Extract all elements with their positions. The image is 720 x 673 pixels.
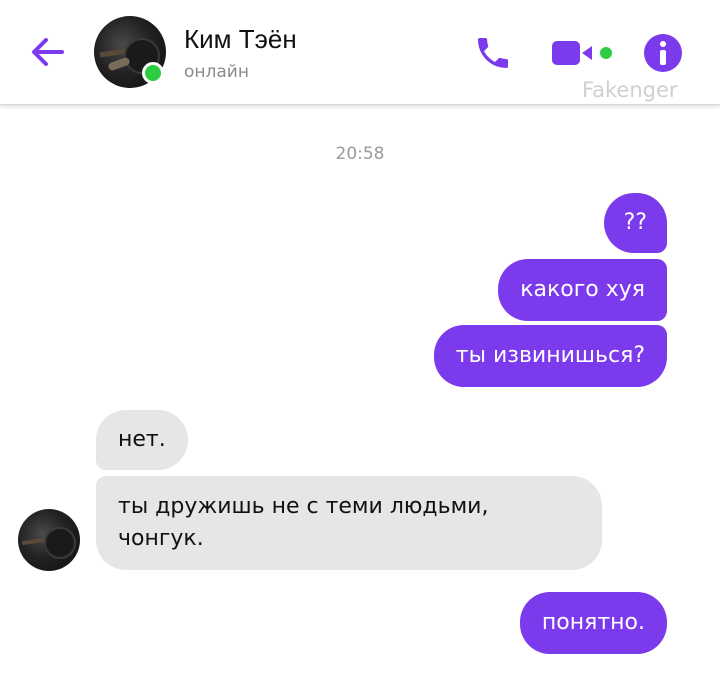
- video-call-button[interactable]: [548, 34, 616, 72]
- outgoing-message[interactable]: ты извинишься?: [433, 325, 667, 387]
- info-button[interactable]: [642, 32, 684, 74]
- online-status-dot: [142, 62, 164, 84]
- phone-icon: [478, 38, 508, 68]
- incoming-message[interactable]: нет.: [96, 410, 188, 470]
- video-camera-icon: [552, 41, 612, 65]
- outgoing-message[interactable]: понятно.: [519, 592, 667, 654]
- arrow-left-icon: [32, 38, 64, 66]
- contact-status: онлайн: [184, 62, 249, 82]
- outgoing-message[interactable]: какого хуя: [498, 259, 667, 321]
- contact-name[interactable]: Ким Тэён: [184, 24, 297, 55]
- message-timestamp: 20:58: [335, 144, 385, 164]
- chat-header: Ким Тэён онлайн Fakenger: [0, 0, 720, 105]
- back-button[interactable]: [26, 30, 70, 74]
- incoming-message[interactable]: ты дружишь не с теми людьми, чонгук.: [96, 476, 602, 570]
- sender-avatar[interactable]: [18, 509, 80, 571]
- call-button[interactable]: [470, 30, 516, 76]
- outgoing-message[interactable]: ??: [603, 193, 667, 253]
- info-icon: [644, 34, 682, 72]
- watermark: Fakenger: [582, 78, 678, 102]
- contact-avatar[interactable]: [94, 16, 166, 88]
